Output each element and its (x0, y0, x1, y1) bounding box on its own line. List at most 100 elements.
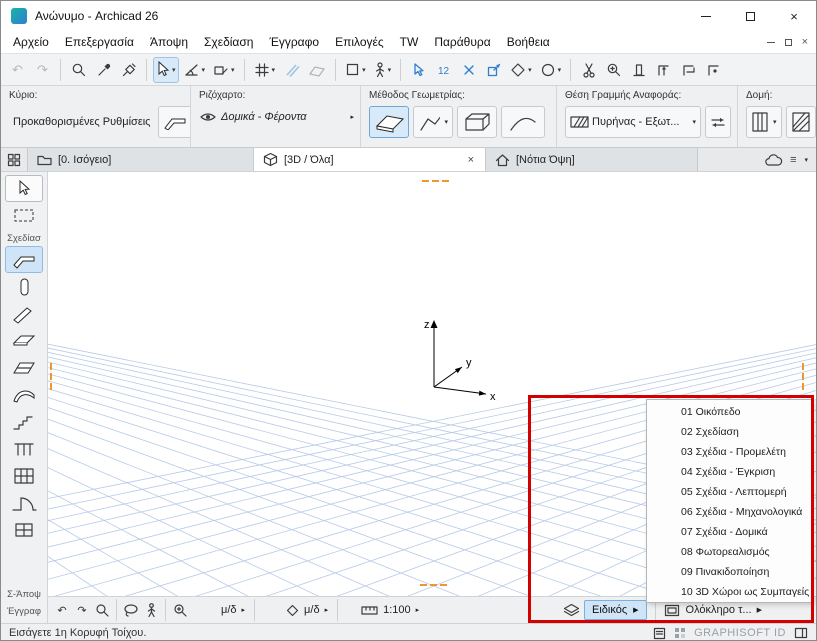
layer-scale-combo[interactable]: μ/δ▸ (281, 599, 333, 621)
fit-zoom-button[interactable] (170, 599, 190, 621)
layer-combination-item[interactable]: 04 Σχέδια - Έγκριση (647, 462, 812, 482)
geometry-method-curved-button[interactable] (501, 106, 545, 138)
maximize-button[interactable] (728, 1, 772, 31)
tool-roof[interactable] (5, 354, 43, 381)
flip-reference-button[interactable] (705, 106, 731, 138)
nav-back-button[interactable]: ↶ (52, 599, 72, 621)
adjust-elements-button[interactable] (482, 57, 505, 83)
info-box: Κύριο: Προκαθορισμένες Ρυθμίσεις ▾ Ριζόχ… (1, 86, 816, 148)
menu-item-help[interactable]: Βοήθεια (499, 33, 558, 51)
menu-item-edit[interactable]: Επεξεργασία (57, 33, 142, 51)
editing-plane-button[interactable] (305, 57, 329, 83)
tool-window[interactable] (5, 516, 43, 543)
nav-forward-button[interactable]: ↷ (72, 599, 92, 621)
pillar-button[interactable] (627, 57, 650, 83)
annotate-tool-button[interactable]: ▾ (210, 57, 238, 83)
menu-item-windows[interactable]: Παράθυρα (426, 33, 498, 51)
chevron-down-icon: ▾ (444, 118, 448, 126)
tool-beam[interactable] (5, 300, 43, 327)
geometry-method-poly-button[interactable]: ▾ (413, 106, 453, 138)
tool-door[interactable] (5, 489, 43, 516)
pick-parameters-button[interactable] (92, 57, 115, 83)
close-button[interactable]: × (772, 1, 816, 31)
layer-combination-item[interactable]: 09 Πινακιδοποίηση (647, 562, 812, 582)
frame-tool-button[interactable]: ▾ (342, 57, 369, 83)
tool-slab[interactable] (5, 327, 43, 354)
layer-combination-item[interactable]: 08 Φωτορεαλισμός (647, 542, 812, 562)
elevation-marker-button[interactable] (652, 57, 675, 83)
menu-item-document[interactable]: Έγγραφο (261, 33, 327, 51)
trim-button[interactable] (457, 57, 480, 83)
redo-button[interactable]: ↷ (31, 57, 54, 83)
structure-fill-button[interactable] (786, 106, 816, 138)
status-message: Εισάγετε 1η Κορυφή Τοίχου. (9, 627, 146, 639)
guides-icon (284, 62, 300, 78)
layer-combination-combo[interactable]: Ειδικός▶ (584, 600, 647, 620)
menu-item-teamwork[interactable]: TW (392, 33, 427, 51)
geometry-method-box-button[interactable] (457, 106, 497, 138)
scale-combo[interactable]: 1:100▸ (356, 599, 424, 621)
tool-shell[interactable] (5, 381, 43, 408)
frame-dot-button[interactable] (702, 57, 725, 83)
default-settings-button[interactable]: Προκαθορισμένες Ρυθμίσεις (9, 109, 154, 135)
tool-stair[interactable] (5, 408, 43, 435)
layer-combination-item[interactable]: 01 Οικόπεδο (647, 402, 812, 422)
orbit-button[interactable] (121, 599, 141, 621)
graphisoft-id-label[interactable]: GRAPHISOFT ID (694, 627, 786, 639)
tab-south-elevation[interactable]: [Νότια Όψη] (486, 148, 698, 171)
structure-type-button[interactable]: ▾ (746, 106, 782, 138)
snap-grid-button[interactable]: ▾ (251, 57, 279, 83)
panel-toggle-icon[interactable] (794, 627, 808, 639)
tab-floor-plan[interactable]: [0. Ισόγειο] (28, 148, 254, 171)
tool-wall[interactable] (5, 246, 43, 273)
figure-tool-button[interactable]: ▾ (371, 57, 395, 83)
doc-close-button[interactable]: × (802, 37, 808, 48)
fit-frame-button[interactable] (677, 57, 700, 83)
tool-curtain-wall[interactable] (5, 462, 43, 489)
zoom-nav-button[interactable] (92, 599, 112, 621)
inject-parameters-button[interactable] (117, 57, 140, 83)
layer-combination-item[interactable]: 06 Σχέδια - Μηχανολογικά (647, 502, 812, 522)
layer-combination-item[interactable]: 07 Σχέδια - Δομικά (647, 522, 812, 542)
circle-tool-button[interactable]: ▾ (537, 57, 565, 83)
geometry-method-straight-button[interactable] (369, 106, 409, 138)
layer-combination-item[interactable]: 10 3D Χώροι ως Συμπαγείς (647, 582, 812, 602)
zoom-button[interactable] (67, 57, 90, 83)
chevron-down-icon: ▾ (362, 66, 366, 74)
hatch-icon (570, 115, 590, 129)
tool-marquee[interactable] (5, 202, 43, 229)
reference-line-combo[interactable]: Πυρήνας - Εξωτ...▾ (565, 106, 701, 138)
menu-item-design[interactable]: Σχεδίαση (196, 33, 261, 51)
trace-reference-combo[interactable]: Δομικά - Φέροντα (221, 111, 307, 123)
diamond-tool-button[interactable]: ▾ (507, 57, 535, 83)
menu-item-options[interactable]: Επιλογές (327, 33, 392, 51)
menu-item-view[interactable]: Άποψη (142, 33, 196, 51)
doc-restore-button[interactable] (785, 39, 792, 46)
cloud-icon (764, 153, 784, 167)
doc-minimize-button[interactable] (767, 42, 775, 43)
measure-tool-button[interactable]: ▾ (181, 57, 209, 83)
tab-list-button[interactable]: ≡ (790, 154, 796, 166)
tab-close-button[interactable]: × (466, 154, 476, 166)
arrow-tool-button[interactable]: ▾ (153, 57, 179, 83)
layer-combination-item[interactable]: 05 Σχέδια - Λεπτομερή (647, 482, 812, 502)
menu-item-file[interactable]: Αρχείο (5, 33, 57, 51)
minimize-button[interactable] (684, 1, 728, 31)
guide-lines-button[interactable] (280, 57, 303, 83)
layer-combination-item[interactable]: 03 Σχέδια - Προμελέτη (647, 442, 812, 462)
tab-3d-all[interactable]: [3D / Όλα] × (254, 148, 486, 171)
tool-railing[interactable] (5, 435, 43, 462)
wall-settings-button[interactable]: ▾ (158, 106, 191, 138)
tool-column[interactable] (5, 273, 43, 300)
magnifier-plus-button[interactable] (602, 57, 625, 83)
tab-overview-button[interactable] (1, 148, 28, 171)
renumber-button[interactable]: 12 (432, 57, 455, 83)
undo-button[interactable]: ↶ (6, 57, 29, 83)
split-button[interactable] (577, 57, 600, 83)
corner-arrow-icon (656, 62, 672, 78)
pen-set-combo[interactable]: μ/δ▸ (216, 599, 250, 621)
explore-3d-button[interactable] (141, 599, 161, 621)
tool-arrow[interactable] (5, 175, 43, 202)
move-tool-button[interactable] (407, 57, 430, 83)
layer-combination-item[interactable]: 02 Σχεδίαση (647, 422, 812, 442)
